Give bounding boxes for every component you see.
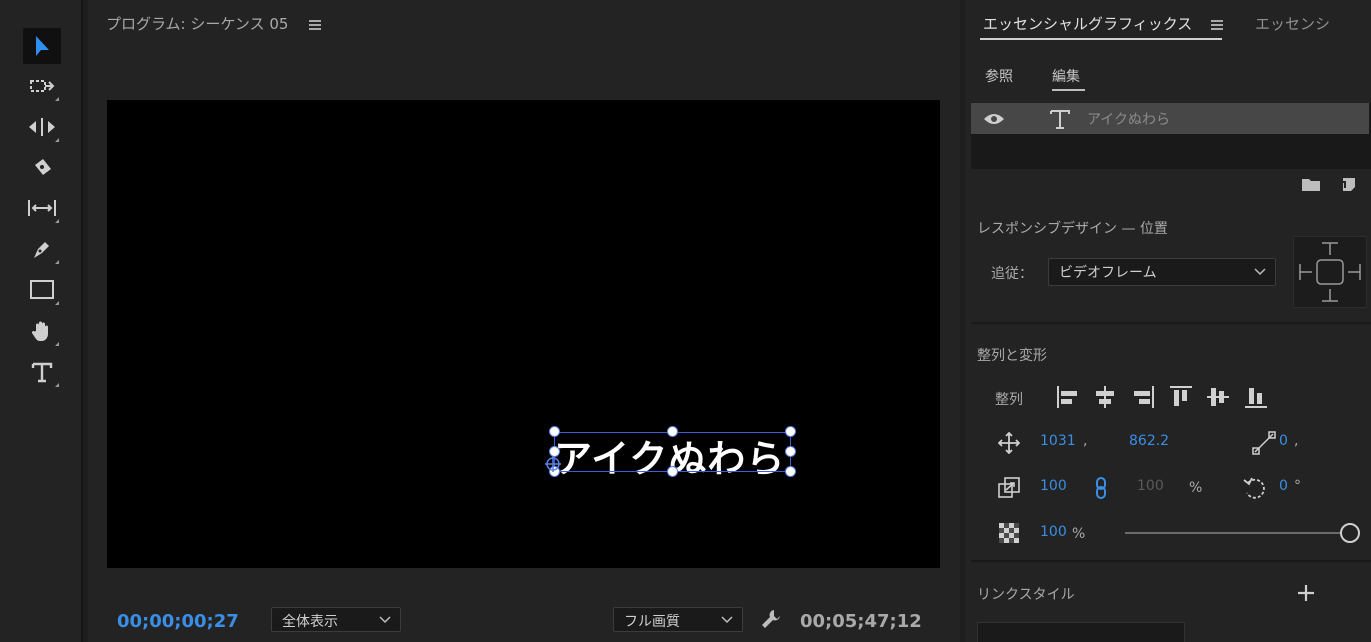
monitor-menu-icon[interactable] (309, 20, 321, 30)
arrow-icon (36, 36, 49, 56)
scale-height-value: 100 (1137, 478, 1164, 494)
pen-icon (34, 242, 49, 258)
video-canvas[interactable]: アイクぬわら (107, 100, 940, 568)
align-center-horizontal-icon[interactable] (1092, 384, 1118, 410)
zoom-level-value: 全体表示 (282, 614, 338, 630)
rotation-icon (1243, 477, 1265, 499)
follow-select[interactable]: ビデオフレーム (1048, 258, 1276, 286)
section-divider (971, 560, 1371, 562)
align-label: 整列 (995, 392, 1023, 408)
eye-icon[interactable] (983, 112, 1005, 126)
track-select-icon (30, 80, 55, 92)
hand-icon (31, 321, 48, 341)
pen-tool[interactable] (23, 231, 61, 267)
chevron-down-icon (721, 616, 733, 624)
anchor-point-icon (1252, 431, 1276, 455)
ripple-edit-tool[interactable] (23, 109, 61, 145)
new-layer-icon[interactable] (1339, 175, 1357, 193)
resize-handle-top-left[interactable] (549, 426, 560, 437)
section-divider (971, 322, 1371, 324)
align-transform-title: 整列と変形 (977, 348, 1047, 364)
type-tool[interactable] (23, 354, 61, 390)
align-right-icon[interactable] (1130, 384, 1156, 410)
resize-handle-top-center[interactable] (667, 426, 678, 437)
selection-tool[interactable] (23, 28, 61, 64)
align-top-icon[interactable] (1168, 384, 1194, 410)
position-y-value[interactable]: 862.2 (1129, 433, 1169, 449)
slip-tool[interactable] (23, 190, 61, 226)
anchor-separator: , (1294, 433, 1299, 449)
anchor-point-icon[interactable] (544, 455, 562, 473)
follow-value: ビデオフレーム (1059, 265, 1157, 281)
active-tab-indicator (980, 38, 1222, 40)
subtab-browse[interactable]: 参照 (985, 66, 1013, 86)
layer-name: アイクぬわら (1087, 112, 1171, 128)
responsive-design-title: レスポンシブデザイン — 位置 (977, 221, 1168, 237)
monitor-title: プログラム: シーケンス 05 (106, 15, 289, 33)
add-icon[interactable] (1296, 583, 1316, 603)
align-left-icon[interactable] (1055, 384, 1081, 410)
opacity-checker-icon (999, 523, 1019, 543)
ripple-edit-icon (29, 118, 55, 136)
rotation-value[interactable]: 0 (1279, 478, 1288, 494)
position-x-value[interactable]: 1031 (1040, 433, 1076, 449)
chevron-down-icon (1254, 268, 1266, 276)
folder-icon[interactable] (1301, 176, 1321, 192)
tools-panel (0, 0, 83, 642)
tab-essential-graphics[interactable]: エッセンシャルグラフィックス (983, 13, 1192, 34)
scale-unit: % (1189, 480, 1203, 496)
position-separator: , (1083, 433, 1088, 449)
tab-essential-sound[interactable]: エッセンシ (1255, 13, 1335, 34)
anchor-x-value[interactable]: 0 (1279, 433, 1288, 449)
opacity-slider-track[interactable] (1125, 532, 1345, 534)
razor-icon (35, 159, 51, 175)
rectangle-tool[interactable] (23, 272, 61, 308)
position-icon (998, 432, 1020, 454)
resize-handle-bottom-right[interactable] (785, 466, 796, 477)
pin-to-widget[interactable] (1293, 236, 1367, 308)
razor-tool[interactable] (23, 150, 61, 186)
subtab-edit[interactable]: 編集 (1052, 66, 1080, 86)
panel-menu-icon[interactable] (1211, 20, 1223, 30)
rotation-unit: ° (1294, 478, 1301, 494)
chevron-down-icon (379, 616, 391, 624)
opacity-value[interactable]: 100 (1040, 524, 1067, 540)
essential-graphics-panel: エッセンシャルグラフィックス エッセンシ 参照 編集 アイクぬわら レスポンシブ… (965, 0, 1371, 642)
type-icon (31, 362, 53, 383)
opacity-slider-thumb[interactable] (1340, 523, 1360, 543)
playback-resolution-value: フル画質 (624, 614, 680, 630)
resize-handle-middle-right[interactable] (785, 446, 796, 457)
layer-row[interactable]: アイクぬわら (971, 103, 1369, 134)
scale-icon (998, 477, 1020, 498)
playback-resolution-select[interactable]: フル画質 (613, 607, 743, 632)
current-timecode[interactable]: 00;00;00;27 (117, 611, 239, 632)
resize-handle-top-right[interactable] (785, 426, 796, 437)
wrench-icon[interactable] (760, 608, 782, 630)
align-center-vertical-icon[interactable] (1205, 384, 1231, 410)
style-select[interactable] (977, 622, 1185, 642)
program-monitor: プログラム: シーケンス 05 アイクぬわら 00;00;00;27 全体表示 … (88, 0, 960, 642)
active-subtab-indicator (1052, 89, 1085, 91)
linked-styles-title: リンクスタイル (977, 587, 1075, 603)
rectangle-icon (30, 280, 54, 299)
scale-width-value[interactable]: 100 (1040, 478, 1067, 494)
opacity-unit: % (1072, 526, 1086, 542)
follow-label: 追従： (991, 266, 1033, 282)
slip-icon (28, 200, 56, 216)
hand-tool[interactable] (23, 313, 61, 349)
track-select-tool[interactable] (23, 68, 61, 104)
resize-handle-bottom-center[interactable] (667, 466, 678, 477)
duration-timecode: 00;05;47;12 (800, 611, 922, 632)
link-scale-icon[interactable] (1094, 476, 1108, 500)
text-layer-icon (1050, 110, 1070, 129)
pin-edges-icon (1299, 242, 1361, 302)
layer-list: アイクぬわら (971, 103, 1371, 169)
zoom-level-select[interactable]: 全体表示 (271, 607, 401, 632)
align-bottom-icon[interactable] (1243, 384, 1269, 410)
